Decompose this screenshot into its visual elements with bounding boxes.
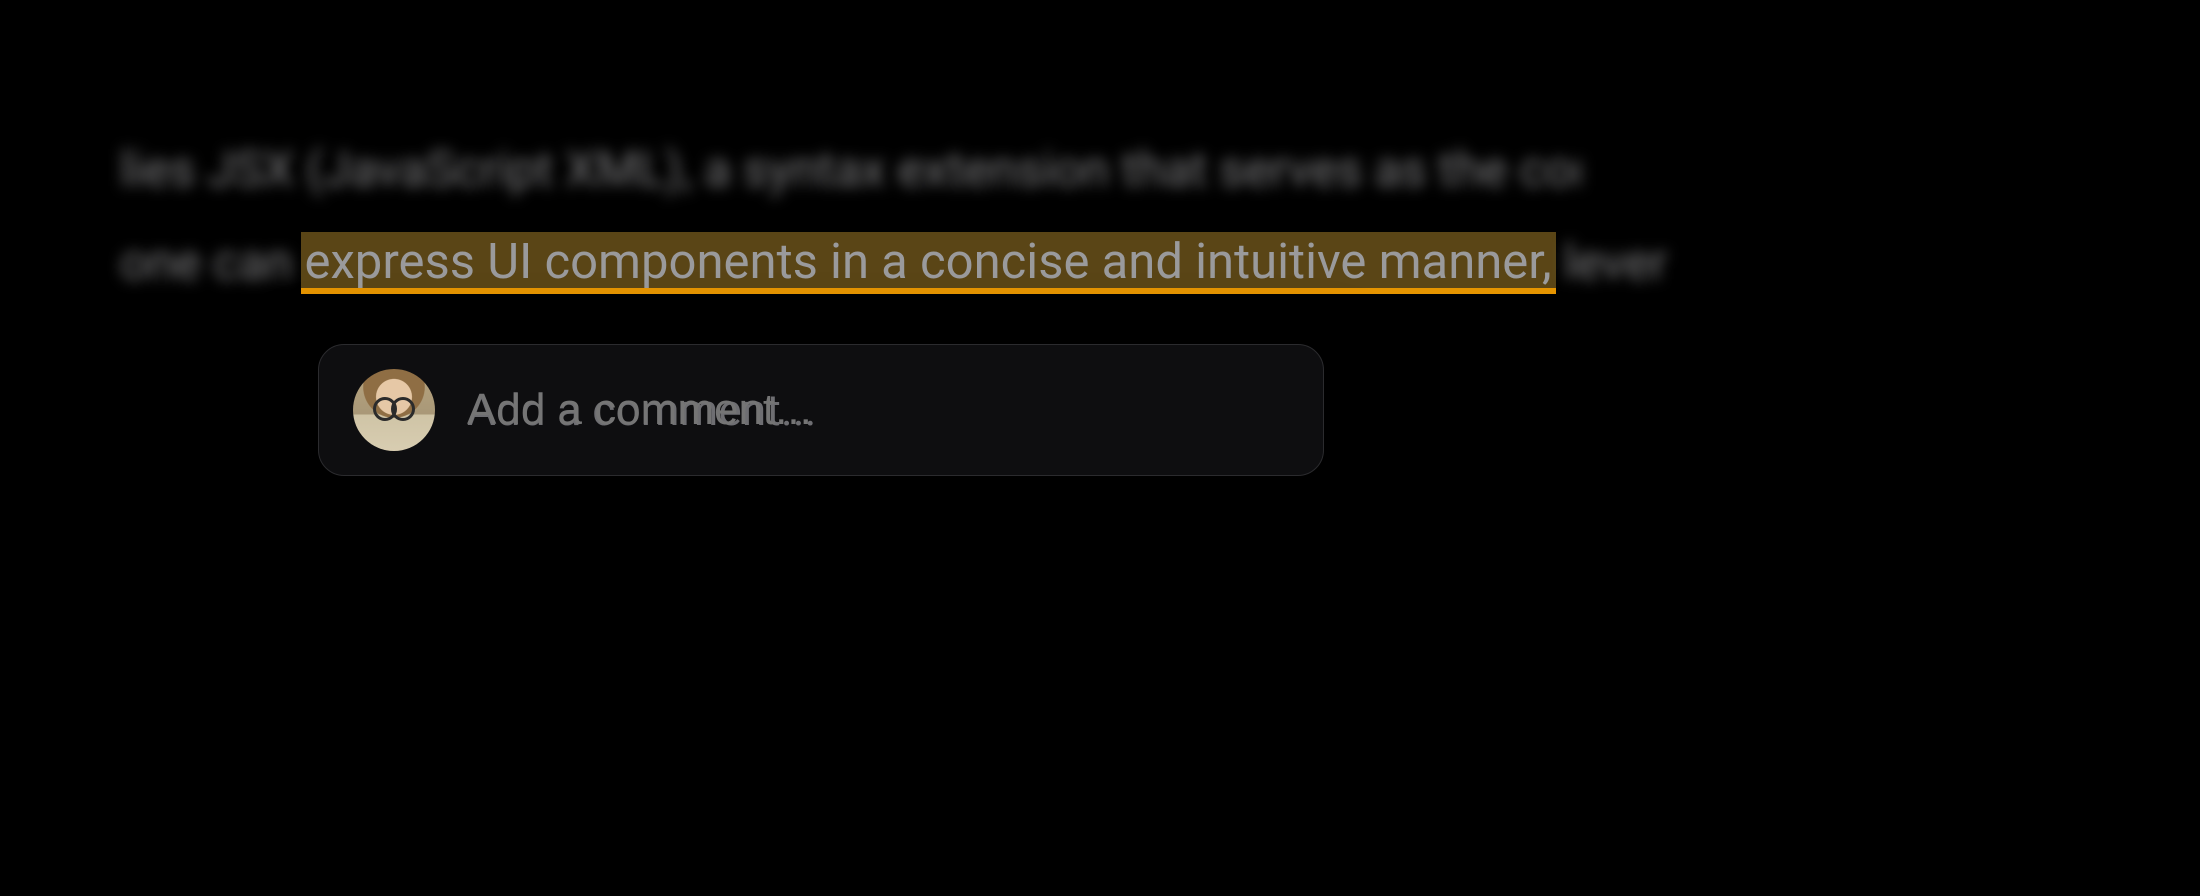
text-selection-highlight[interactable]: express UI components in a concise and i… (301, 230, 1556, 294)
user-avatar-icon (353, 369, 435, 451)
selected-text: express UI components in a concise and i… (301, 233, 1556, 290)
document-line-with-selection: one can express UI components in a conci… (120, 228, 1667, 296)
document-line-prefix-blurred: one can (120, 234, 301, 291)
comment-popup[interactable]: Add a comment... (318, 344, 1324, 476)
document-line-blurred: lies JSX (JavaScript XML), a syntax exte… (120, 140, 1580, 212)
document-line-suffix-blurred: lever (1556, 234, 1668, 291)
comment-input[interactable] (467, 345, 1293, 475)
